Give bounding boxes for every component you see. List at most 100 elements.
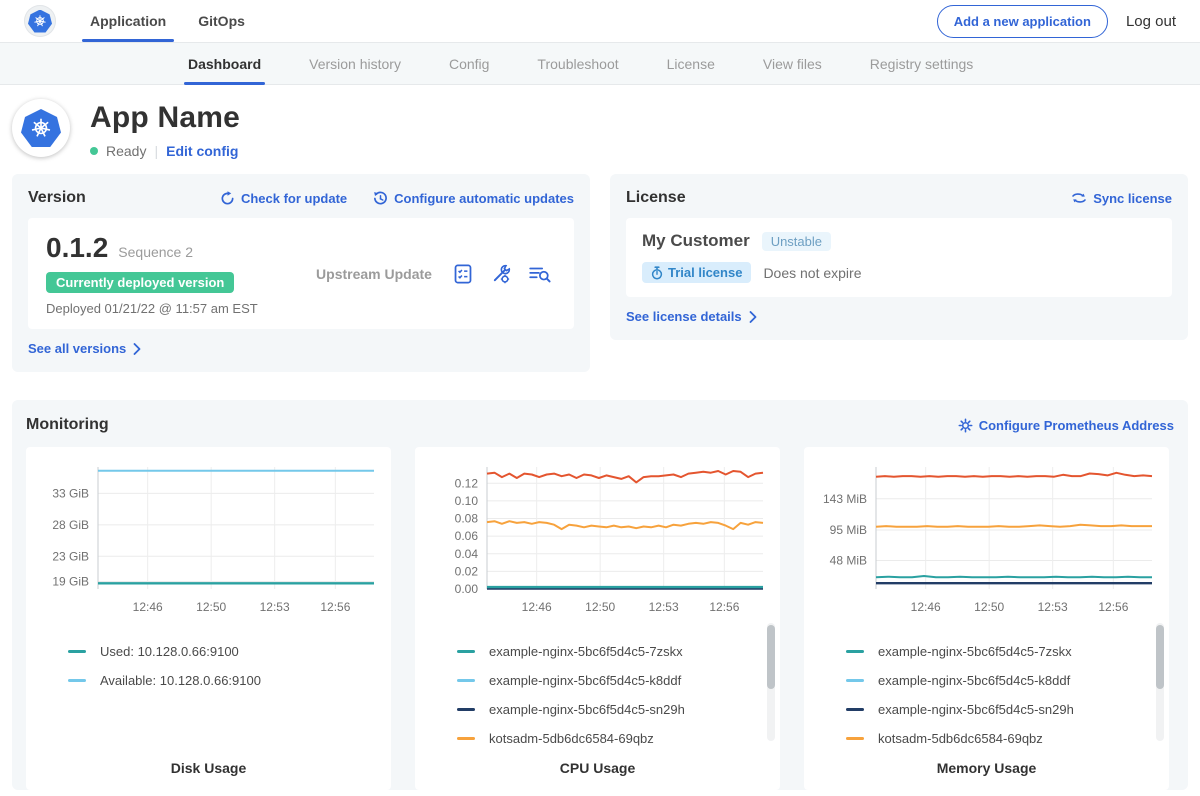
version-source-label: Upstream Update bbox=[296, 266, 452, 282]
svg-text:0.12: 0.12 bbox=[455, 476, 479, 490]
legend-scrollbar[interactable] bbox=[1156, 623, 1164, 741]
tab-application[interactable]: Application bbox=[90, 0, 166, 42]
tab-troubleshoot[interactable]: Troubleshoot bbox=[537, 43, 618, 84]
preflight-checks-icon[interactable] bbox=[452, 263, 474, 285]
diff-logs-icon[interactable] bbox=[528, 263, 552, 285]
svg-text:33 GiB: 33 GiB bbox=[52, 486, 89, 500]
see-all-versions-link[interactable]: See all versions bbox=[28, 341, 141, 356]
tab-config[interactable]: Config bbox=[449, 43, 489, 84]
chevron-right-icon bbox=[749, 311, 757, 323]
edit-config-link[interactable]: Edit config bbox=[166, 143, 238, 159]
tab-version-history[interactable]: Version history bbox=[309, 43, 401, 84]
svg-text:12:46: 12:46 bbox=[911, 600, 941, 614]
sync-license-link[interactable]: Sync license bbox=[1071, 191, 1172, 206]
svg-text:12:50: 12:50 bbox=[196, 600, 226, 614]
legend-item: example-nginx-5bc6f5d4c5-7zskx bbox=[846, 637, 1159, 666]
chevron-right-icon bbox=[133, 343, 141, 355]
legend-swatch bbox=[68, 650, 86, 653]
see-license-details-link[interactable]: See license details bbox=[626, 309, 757, 324]
legend-item: example-nginx-5bc6f5d4c5-sn29h bbox=[846, 695, 1159, 724]
svg-text:143 MiB: 143 MiB bbox=[823, 492, 867, 506]
version-number: 0.1.2 bbox=[46, 232, 108, 264]
check-for-update-link[interactable]: Check for update bbox=[220, 191, 347, 206]
license-summary-row: My Customer Unstable Trial license Does … bbox=[626, 218, 1172, 297]
svg-text:0.06: 0.06 bbox=[455, 529, 479, 543]
kubernetes-logo[interactable] bbox=[24, 5, 56, 37]
chart-title: CPU Usage bbox=[425, 760, 770, 776]
svg-text:12:50: 12:50 bbox=[585, 600, 615, 614]
svg-text:12:46: 12:46 bbox=[133, 600, 163, 614]
tab-license[interactable]: License bbox=[667, 43, 715, 84]
svg-text:12:53: 12:53 bbox=[1038, 600, 1068, 614]
svg-text:0.04: 0.04 bbox=[455, 547, 479, 561]
legend-label: kotsadm-5db6dc6584-69qbz bbox=[489, 731, 654, 746]
disk-usage-chart: 33 GiB28 GiB23 GiB19 GiB12:4612:5012:531… bbox=[36, 461, 381, 619]
top-nav: Application GitOps Add a new application… bbox=[0, 0, 1200, 42]
legend-label: example-nginx-5bc6f5d4c5-7zskx bbox=[489, 644, 683, 659]
customer-name: My Customer bbox=[642, 231, 750, 251]
legend-swatch bbox=[846, 737, 864, 740]
current-version-row: 0.1.2 Sequence 2 Currently deployed vers… bbox=[28, 218, 574, 329]
svg-text:12:56: 12:56 bbox=[320, 600, 350, 614]
app-status: Ready bbox=[106, 143, 146, 159]
legend-label: example-nginx-5bc6f5d4c5-k8ddf bbox=[878, 673, 1070, 688]
legend-swatch bbox=[846, 708, 864, 711]
tab-registry-settings[interactable]: Registry settings bbox=[870, 43, 973, 84]
legend-item: example-nginx-5bc6f5d4c5-k8ddf bbox=[457, 666, 770, 695]
gear-icon bbox=[958, 418, 973, 433]
configure-prometheus-link[interactable]: Configure Prometheus Address bbox=[958, 418, 1174, 433]
channel-badge: Unstable bbox=[762, 232, 831, 251]
svg-text:12:53: 12:53 bbox=[649, 600, 679, 614]
ready-status-dot bbox=[90, 147, 98, 155]
legend-item: example-nginx-5bc6f5d4c5-sn29h bbox=[457, 695, 770, 724]
svg-text:95 MiB: 95 MiB bbox=[830, 523, 867, 537]
legend-swatch bbox=[846, 650, 864, 653]
add-application-button[interactable]: Add a new application bbox=[937, 5, 1108, 38]
app-header: App Name Ready | Edit config bbox=[12, 99, 1176, 159]
legend-swatch bbox=[457, 737, 475, 740]
svg-text:0.02: 0.02 bbox=[455, 564, 479, 578]
svg-text:12:50: 12:50 bbox=[974, 600, 1004, 614]
monitoring-title: Monitoring bbox=[26, 416, 109, 434]
version-card: Version Check for update bbox=[12, 174, 590, 372]
legend-label: kotsadm-5db6dc6584-69qbz bbox=[878, 731, 1043, 746]
legend-item: Used: 10.128.0.66:9100 bbox=[68, 637, 381, 666]
tab-view-files[interactable]: View files bbox=[763, 43, 822, 84]
kubernetes-app-icon bbox=[12, 99, 70, 157]
svg-text:28 GiB: 28 GiB bbox=[52, 518, 89, 532]
svg-text:0.08: 0.08 bbox=[455, 512, 479, 526]
cpu-usage-chart: 0.120.100.080.060.040.020.0012:4612:5012… bbox=[425, 461, 770, 619]
legend-label: example-nginx-5bc6f5d4c5-7zskx bbox=[878, 644, 1072, 659]
legend-scrollbar[interactable] bbox=[767, 623, 775, 741]
configure-automatic-updates-link[interactable]: Configure automatic updates bbox=[373, 191, 574, 206]
legend-scrollbar-thumb[interactable] bbox=[767, 625, 775, 689]
svg-text:12:56: 12:56 bbox=[1098, 600, 1128, 614]
svg-text:12:56: 12:56 bbox=[709, 600, 739, 614]
logout-button[interactable]: Log out bbox=[1126, 13, 1176, 30]
memory-usage-legend: example-nginx-5bc6f5d4c5-7zskx example-ng… bbox=[814, 637, 1159, 753]
clock-history-icon bbox=[373, 191, 388, 206]
legend-scrollbar-thumb[interactable] bbox=[1156, 625, 1164, 689]
legend-swatch bbox=[457, 708, 475, 711]
tab-dashboard[interactable]: Dashboard bbox=[188, 43, 261, 84]
legend-item: Available: 10.128.0.66:9100 bbox=[68, 666, 381, 695]
monitoring-section: Monitoring Configure Prometheus Address … bbox=[12, 400, 1188, 790]
license-expiration: Does not expire bbox=[763, 265, 861, 281]
disk-usage-chart-card: 33 GiB28 GiB23 GiB19 GiB12:4612:5012:531… bbox=[26, 447, 391, 790]
app-sub-nav: Dashboard Version history Config Trouble… bbox=[0, 42, 1200, 85]
svg-text:23 GiB: 23 GiB bbox=[52, 549, 89, 563]
disk-usage-legend: Used: 10.128.0.66:9100Available: 10.128.… bbox=[36, 637, 381, 695]
divider: | bbox=[154, 143, 158, 159]
top-nav-tabs: Application GitOps bbox=[90, 0, 245, 42]
legend-swatch bbox=[457, 679, 475, 682]
tab-gitops[interactable]: GitOps bbox=[198, 0, 245, 42]
svg-text:12:46: 12:46 bbox=[522, 600, 552, 614]
legend-swatch bbox=[68, 679, 86, 682]
license-card-title: License bbox=[626, 189, 686, 207]
legend-swatch bbox=[846, 679, 864, 682]
memory-usage-chart: 143 MiB95 MiB48 MiB12:4612:5012:5312:56 bbox=[814, 461, 1159, 619]
memory-usage-chart-card: 143 MiB95 MiB48 MiB12:4612:5012:5312:56 … bbox=[804, 447, 1169, 790]
legend-item: example-nginx-5bc6f5d4c5-k8ddf bbox=[846, 666, 1159, 695]
legend-label: example-nginx-5bc6f5d4c5-sn29h bbox=[878, 702, 1074, 717]
config-wrench-icon[interactable] bbox=[490, 263, 512, 285]
